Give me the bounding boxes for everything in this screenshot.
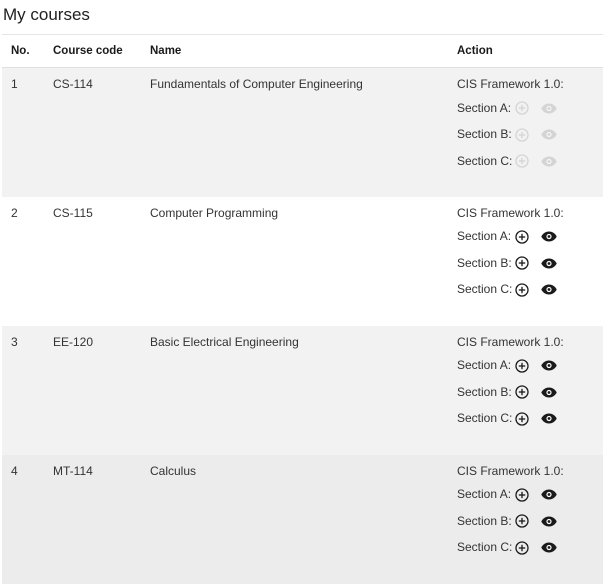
action-block: CIS Framework 1.0: Section A: Section B: Se…	[457, 197, 603, 299]
course-number: 3	[11, 334, 18, 349]
cell-action: CIS Framework 1.0: Section A: Section B: Se…	[457, 197, 603, 326]
add-circle-icon[interactable]	[513, 486, 531, 504]
eye-icon[interactable]	[540, 281, 558, 299]
cell-name: Computer Programming	[150, 197, 457, 326]
section-row: Section C:	[457, 152, 603, 170]
section-label: Section A:	[457, 487, 512, 501]
header-action: Action	[457, 45, 493, 57]
table-row: 1 CS-114 Fundamentals of Computer Engineer…	[2, 67, 603, 197]
framework-label: CIS Framework 1.0:	[457, 334, 564, 349]
action-block: CIS Framework 1.0: Section A: Section B: Se…	[457, 68, 603, 170]
table-header-row: No. Course code Name Action	[2, 34, 603, 68]
section-row: Section A:	[457, 99, 603, 117]
section-row: Section B:	[457, 383, 603, 401]
courses-table: No. Course code Name Action 1 CS-114 Funda…	[2, 34, 603, 584]
eye-icon	[540, 99, 558, 117]
course-name: Fundamentals of Computer Engineering	[150, 77, 363, 91]
section-row: Section C:	[457, 539, 603, 557]
framework-label: CIS Framework 1.0:	[457, 77, 564, 91]
table-row: 3 EE-120 Basic Electrical Engineering CIS F…	[2, 325, 603, 455]
section-label: Section A:	[457, 229, 512, 243]
add-circle-icon[interactable]	[513, 228, 531, 246]
course-name: Basic Electrical Engineering	[150, 334, 299, 349]
section-row: Section A:	[457, 486, 603, 504]
add-circle-icon[interactable]	[513, 383, 531, 401]
course-name: Computer Programming	[150, 205, 279, 220]
header-name: Name	[150, 45, 182, 57]
course-number: 2	[11, 205, 18, 220]
add-circle-icon[interactable]	[513, 281, 531, 299]
cell-action: CIS Framework 1.0: Section A: Section B: Se…	[457, 455, 603, 584]
cell-name: Fundamentals of Computer Engineering	[150, 68, 457, 197]
section-label: Section B:	[457, 513, 512, 528]
course-code: MT-114	[53, 463, 93, 478]
add-circle-icon	[513, 126, 531, 144]
course-number: 4	[11, 463, 18, 478]
course-number: 1	[11, 77, 18, 91]
section-label: Section C:	[457, 540, 513, 554]
page-title: My courses	[3, 5, 90, 24]
table-row: 4 MT-114 Calculus CIS Framework 1.0: Section…	[2, 454, 603, 584]
eye-icon[interactable]	[540, 383, 558, 401]
section-row: Section C:	[457, 281, 603, 299]
cell-no: 2	[2, 197, 53, 326]
cell-name: Calculus	[150, 455, 457, 584]
eye-icon[interactable]	[540, 539, 558, 557]
add-circle-icon	[513, 152, 531, 170]
section-label: Section B:	[457, 255, 512, 270]
section-row: Section B:	[457, 254, 603, 272]
section-label: Section A:	[457, 358, 512, 372]
section-row: Section B:	[457, 126, 603, 144]
cell-action: CIS Framework 1.0: Section A: Section B: Se…	[457, 68, 603, 197]
header-course-code: Course code	[53, 45, 123, 57]
eye-icon[interactable]	[540, 228, 558, 246]
section-row: Section A:	[457, 357, 603, 375]
section-label: Section A:	[457, 100, 512, 115]
action-block: CIS Framework 1.0: Section A: Section B: Se…	[457, 326, 603, 428]
cell-course-code: CS-114	[53, 68, 150, 197]
section-label: Section B:	[457, 127, 512, 141]
table-row: 2 CS-115 Computer Programming CIS Framework…	[2, 196, 603, 326]
eye-icon[interactable]	[540, 512, 558, 530]
cell-course-code: MT-114	[53, 455, 150, 584]
add-circle-icon[interactable]	[513, 539, 531, 557]
add-circle-icon[interactable]	[513, 357, 531, 375]
add-circle-icon[interactable]	[513, 410, 531, 428]
eye-icon	[540, 126, 558, 144]
section-row: Section B:	[457, 512, 603, 530]
eye-icon	[540, 152, 558, 170]
eye-icon[interactable]	[540, 410, 558, 428]
framework-label: CIS Framework 1.0:	[457, 463, 564, 478]
section-label: Section C:	[457, 153, 513, 168]
eye-icon[interactable]	[540, 486, 558, 504]
cell-no: 4	[2, 455, 53, 584]
section-label: Section C:	[457, 282, 513, 296]
eye-icon[interactable]	[540, 357, 558, 375]
cell-no: 3	[2, 326, 53, 455]
add-circle-icon[interactable]	[513, 512, 531, 530]
add-circle-icon	[513, 99, 531, 117]
cell-action: CIS Framework 1.0: Section A: Section B: Se…	[457, 326, 603, 455]
section-label: Section C:	[457, 411, 513, 425]
section-row: Section C:	[457, 410, 603, 428]
cell-course-code: EE-120	[53, 326, 150, 455]
action-block: CIS Framework 1.0: Section A: Section B: Se…	[457, 455, 603, 557]
cell-name: Basic Electrical Engineering	[150, 326, 457, 455]
section-label: Section B:	[457, 384, 512, 399]
header-no: No.	[11, 45, 30, 57]
course-name: Calculus	[150, 463, 197, 478]
course-code: EE-120	[53, 334, 94, 349]
eye-icon[interactable]	[540, 254, 558, 272]
course-code: CS-114	[53, 77, 93, 91]
section-row: Section A:	[457, 228, 603, 246]
course-code: CS-115	[53, 205, 93, 220]
framework-label: CIS Framework 1.0:	[457, 205, 564, 220]
add-circle-icon[interactable]	[513, 254, 531, 272]
cell-no: 1	[2, 68, 53, 197]
cell-course-code: CS-115	[53, 197, 150, 326]
